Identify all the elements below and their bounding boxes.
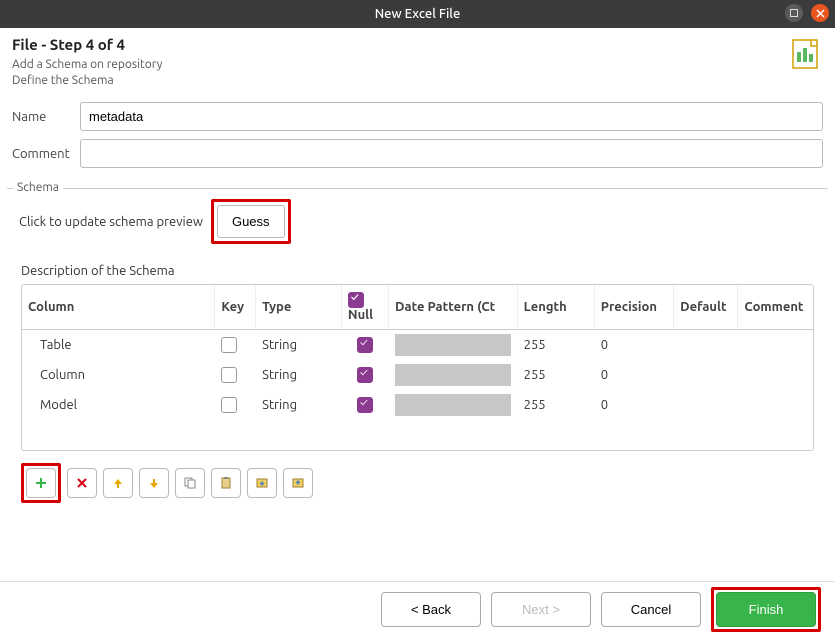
finish-button[interactable]: Finish xyxy=(716,592,816,627)
cell-default[interactable] xyxy=(674,360,738,390)
cell-pattern[interactable] xyxy=(389,360,518,390)
key-checkbox[interactable] xyxy=(221,397,237,413)
cell-default[interactable] xyxy=(674,330,738,361)
cell-type[interactable]: String xyxy=(256,360,342,390)
import-icon xyxy=(255,476,269,490)
cell-key[interactable] xyxy=(215,360,256,390)
table-row[interactable]: Model String 2550 xyxy=(22,390,813,420)
cell-precision[interactable]: 0 xyxy=(594,390,673,420)
cell-column[interactable]: Table xyxy=(22,330,215,361)
cell-null[interactable] xyxy=(341,360,388,390)
step-title: File - Step 4 of 4 xyxy=(12,36,162,53)
cell-comment[interactable] xyxy=(738,390,813,420)
wizard-header: File - Step 4 of 4 Add a Schema on repos… xyxy=(0,28,835,98)
null-header-label: Null xyxy=(348,308,373,322)
add-column-button[interactable] xyxy=(26,468,56,498)
cancel-button[interactable]: Cancel xyxy=(601,592,701,627)
header-comment[interactable]: Comment xyxy=(738,285,813,330)
cell-comment[interactable] xyxy=(738,330,813,361)
next-button: Next > xyxy=(491,592,591,627)
table-row[interactable]: Table String 2550 xyxy=(22,330,813,361)
export-button[interactable] xyxy=(283,468,313,498)
header-key[interactable]: Key xyxy=(215,285,256,330)
cell-null[interactable] xyxy=(341,390,388,420)
arrow-up-icon xyxy=(112,477,124,489)
name-input[interactable] xyxy=(80,102,823,131)
paste-button[interactable] xyxy=(211,468,241,498)
cell-pattern[interactable] xyxy=(389,390,518,420)
header-type[interactable]: Type xyxy=(256,285,342,330)
guess-row: Click to update schema preview Guess xyxy=(19,199,820,244)
close-button[interactable] xyxy=(811,4,829,22)
header-default[interactable]: Default xyxy=(674,285,738,330)
cell-null[interactable] xyxy=(341,330,388,361)
name-label: Name xyxy=(12,110,80,124)
cell-length[interactable]: 255 xyxy=(517,330,594,361)
paste-icon xyxy=(219,476,233,490)
schema-table: Column Key Type Null Date Pattern (Ct Le… xyxy=(21,284,814,451)
comment-input[interactable] xyxy=(80,139,823,168)
table-header-row: Column Key Type Null Date Pattern (Ct Le… xyxy=(22,285,813,330)
header-pattern[interactable]: Date Pattern (Ct xyxy=(389,285,518,330)
finish-highlight: Finish xyxy=(711,587,821,632)
null-checkbox[interactable] xyxy=(357,337,373,353)
key-checkbox[interactable] xyxy=(221,337,237,353)
key-checkbox[interactable] xyxy=(221,367,237,383)
back-button[interactable]: < Back xyxy=(381,592,481,627)
schema-description-label: Description of the Schema xyxy=(21,264,820,278)
title-bar: New Excel File xyxy=(0,0,835,28)
header-precision[interactable]: Precision xyxy=(594,285,673,330)
cell-precision[interactable]: 0 xyxy=(594,330,673,361)
subtitle-line-1: Add a Schema on repository xyxy=(12,57,162,73)
comment-label: Comment xyxy=(12,147,80,161)
comment-row: Comment xyxy=(0,135,835,172)
guess-highlight: Guess xyxy=(211,199,291,244)
table-row[interactable]: Column String 2550 xyxy=(22,360,813,390)
null-checkbox[interactable] xyxy=(357,367,373,383)
cell-default[interactable] xyxy=(674,390,738,420)
plus-icon xyxy=(34,476,48,490)
arrow-down-icon xyxy=(148,477,160,489)
schema-toolbar xyxy=(21,463,814,503)
cell-type[interactable]: String xyxy=(256,330,342,361)
subtitle-line-2: Define the Schema xyxy=(12,73,162,89)
remove-column-button[interactable] xyxy=(67,468,97,498)
maximize-button[interactable] xyxy=(785,4,803,22)
guess-prompt: Click to update schema preview xyxy=(19,215,203,229)
wizard-icon xyxy=(787,36,823,72)
cell-length[interactable]: 255 xyxy=(517,360,594,390)
cell-key[interactable] xyxy=(215,390,256,420)
cell-comment[interactable] xyxy=(738,360,813,390)
cell-column[interactable]: Column xyxy=(22,360,215,390)
cell-key[interactable] xyxy=(215,330,256,361)
cell-pattern[interactable] xyxy=(389,330,518,361)
schema-legend: Schema xyxy=(13,181,63,194)
guess-button[interactable]: Guess xyxy=(217,205,285,238)
null-checkbox[interactable] xyxy=(357,397,373,413)
cell-type[interactable]: String xyxy=(256,390,342,420)
header-length[interactable]: Length xyxy=(517,285,594,330)
name-row: Name xyxy=(0,98,835,135)
null-header-checkbox[interactable] xyxy=(348,292,364,308)
window-title: New Excel File xyxy=(375,7,461,21)
wizard-footer: < Back Next > Cancel Finish xyxy=(0,581,835,637)
copy-icon xyxy=(183,476,197,490)
x-icon xyxy=(76,477,88,489)
header-column[interactable]: Column xyxy=(22,285,215,330)
window-controls xyxy=(785,4,829,22)
cell-column[interactable]: Model xyxy=(22,390,215,420)
move-down-button[interactable] xyxy=(139,468,169,498)
add-highlight xyxy=(21,463,61,503)
copy-button[interactable] xyxy=(175,468,205,498)
cell-length[interactable]: 255 xyxy=(517,390,594,420)
schema-group: Schema Click to update schema preview Gu… xyxy=(6,180,829,518)
export-icon xyxy=(291,476,305,490)
header-null[interactable]: Null xyxy=(341,285,388,330)
move-up-button[interactable] xyxy=(103,468,133,498)
cell-precision[interactable]: 0 xyxy=(594,360,673,390)
import-button[interactable] xyxy=(247,468,277,498)
